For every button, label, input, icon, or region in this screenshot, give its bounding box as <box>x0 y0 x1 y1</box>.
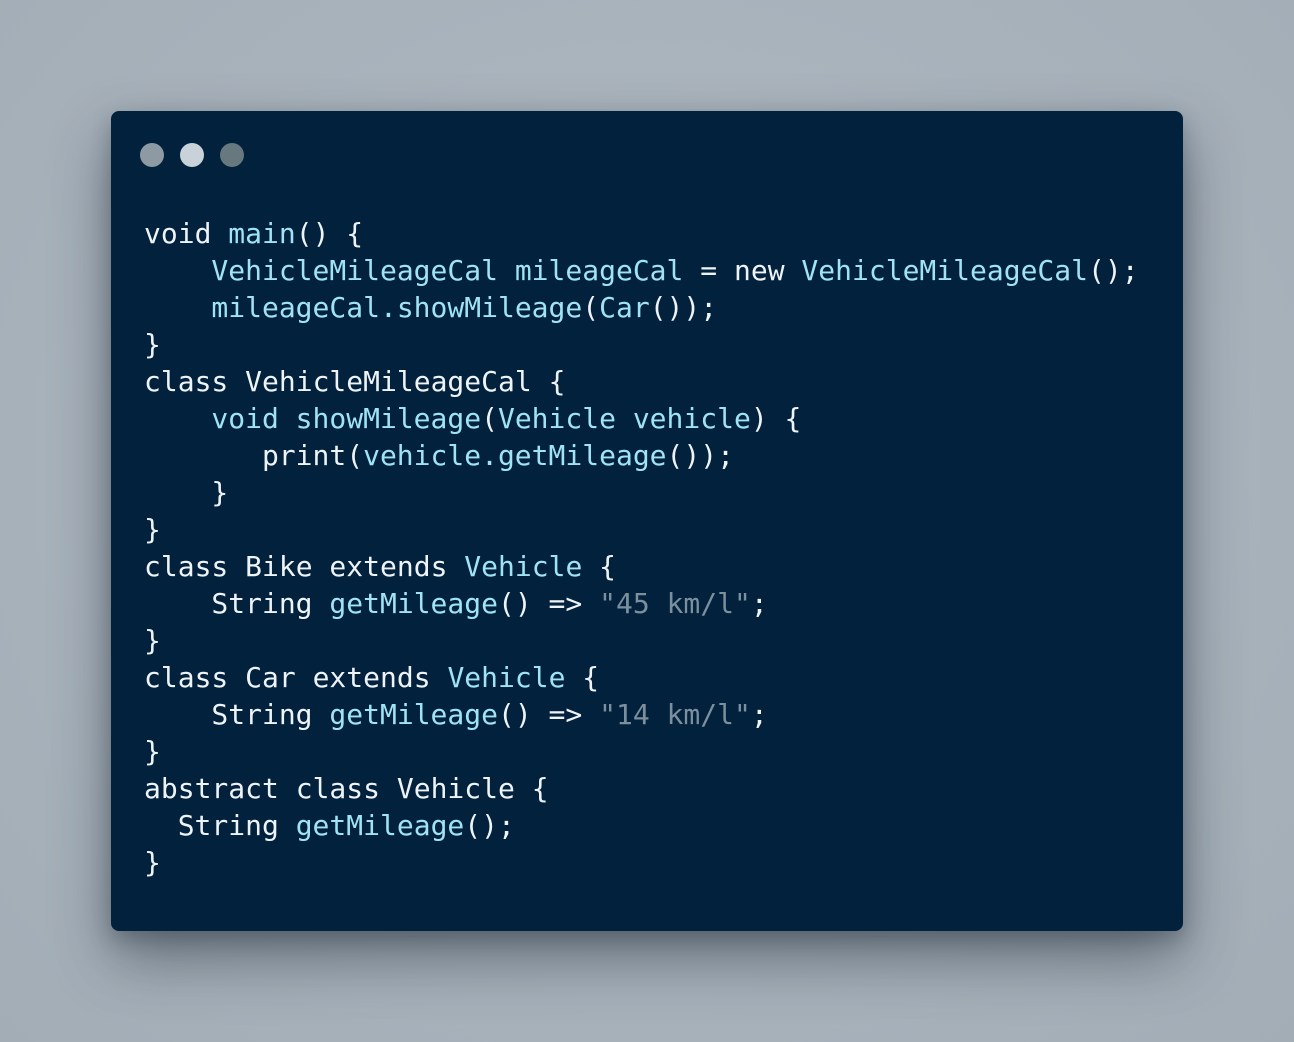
code-token: () => <box>497 698 600 731</box>
code-token: VehicleMileageCal mileageCal <box>211 254 684 287</box>
code-line: String getMileage(); <box>144 807 1139 844</box>
window-dot-icon <box>140 143 164 167</box>
code-token: void showMileage <box>211 402 482 435</box>
code-token: class Car extends <box>144 661 448 694</box>
code-line: class Car extends Vehicle { <box>144 659 1139 696</box>
code-line: abstract class Vehicle { <box>144 770 1139 807</box>
code-token: () => <box>497 587 600 620</box>
code-line: class Bike extends Vehicle { <box>144 548 1139 585</box>
code-token: class VehicleMileageCal { <box>144 365 566 398</box>
code-token: String <box>211 698 330 731</box>
code-token: } <box>144 513 161 546</box>
code-token: mileageCal.showMileage <box>211 291 583 324</box>
code-token: main <box>228 217 296 250</box>
code-line: } <box>144 622 1139 659</box>
code-line: print(vehicle.getMileage()); <box>144 437 1139 474</box>
code-token: ) { <box>750 402 802 435</box>
code-token: ()); <box>666 439 734 472</box>
code-token: (); <box>1088 254 1139 287</box>
code-token: vehicle.getMileage <box>363 439 667 472</box>
code-line: } <box>144 326 1139 363</box>
window-dot-icon <box>220 143 244 167</box>
code-token: String <box>211 587 330 620</box>
code-line: } <box>144 511 1139 548</box>
code-token: "45 km/l" <box>599 587 751 620</box>
code-token: print( <box>261 439 364 472</box>
code-token: Vehicle <box>464 550 583 583</box>
code-token: () { <box>295 217 364 250</box>
code-token: } <box>144 624 161 657</box>
code-token: void <box>144 217 229 250</box>
code-token: Vehicle <box>447 661 566 694</box>
code-token: } <box>211 476 229 509</box>
code-token: ; <box>750 698 768 731</box>
code-line: mileageCal.showMileage(Car()); <box>144 289 1139 326</box>
code-token: new <box>733 254 802 287</box>
code-line: VehicleMileageCal mileageCal = new Vehic… <box>144 252 1139 289</box>
code-token: getMileage <box>329 698 498 731</box>
code-line: void main() { <box>144 215 1139 252</box>
code-token: { <box>582 550 617 583</box>
code-token: = <box>683 254 734 287</box>
code-block: void main() {VehicleMileageCal mileageCa… <box>144 215 1139 881</box>
code-token: getMileage <box>295 809 465 842</box>
code-token: abstract class Vehicle { <box>144 772 549 805</box>
code-token: "14 km/l" <box>599 698 751 731</box>
code-token: String <box>177 809 296 842</box>
code-token: { <box>565 661 600 694</box>
code-token: VehicleMileageCal <box>801 254 1088 287</box>
code-line: } <box>144 733 1139 770</box>
code-token: Vehicle vehicle <box>497 402 751 435</box>
code-line: } <box>144 474 1139 511</box>
window-dot-icon <box>180 143 204 167</box>
code-token: (); <box>464 809 515 842</box>
code-token: Car <box>599 291 650 324</box>
code-token: } <box>144 846 161 879</box>
code-token: } <box>144 328 161 361</box>
code-line: class VehicleMileageCal { <box>144 363 1139 400</box>
code-token: } <box>144 735 161 768</box>
code-line: } <box>144 844 1139 881</box>
code-token: ( <box>582 291 600 324</box>
code-line: String getMileage() => "45 km/l"; <box>144 585 1139 622</box>
code-window: void main() {VehicleMileageCal mileageCa… <box>111 111 1183 931</box>
code-line: void showMileage(Vehicle vehicle) { <box>144 400 1139 437</box>
window-controls <box>140 143 244 167</box>
code-token: ; <box>750 587 768 620</box>
code-token: ()); <box>649 291 718 324</box>
code-token: class Bike extends <box>144 550 465 583</box>
code-token: ( <box>481 402 498 435</box>
code-token: getMileage <box>329 587 498 620</box>
code-line: String getMileage() => "14 km/l"; <box>144 696 1139 733</box>
